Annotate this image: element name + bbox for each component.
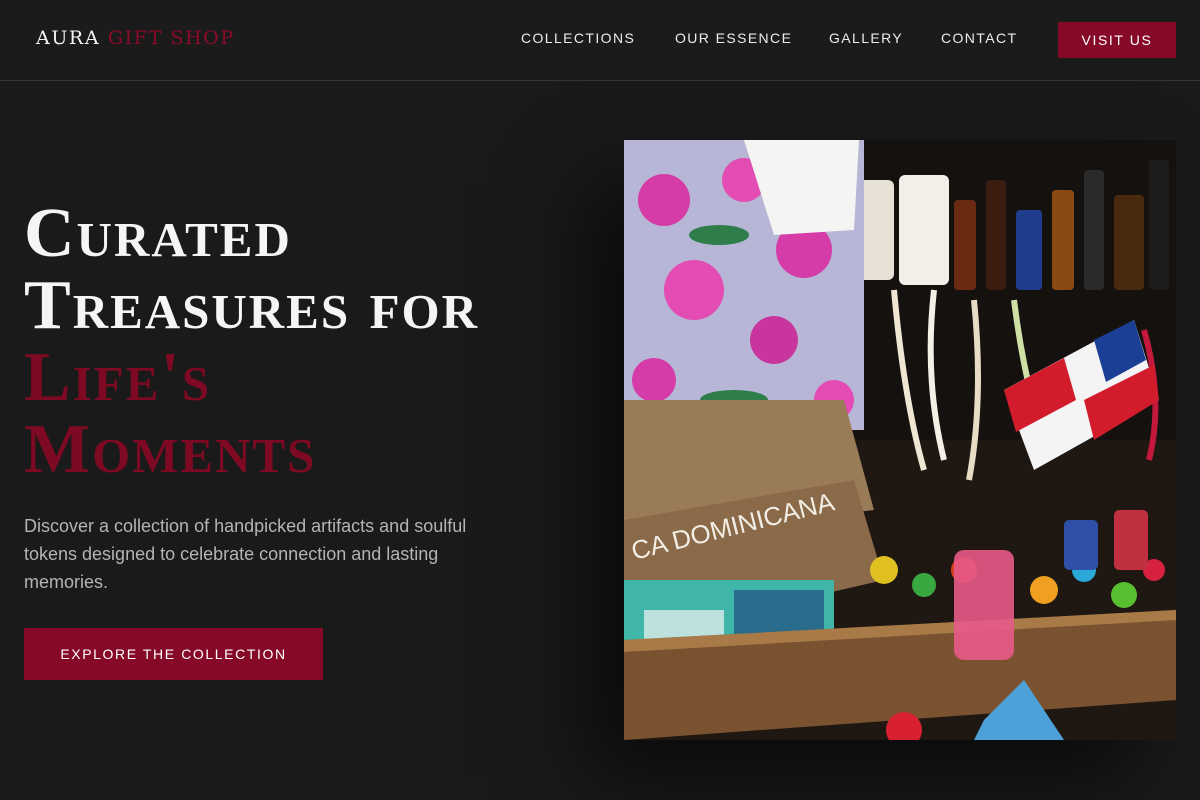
nav-link-gallery[interactable]: GALLERY xyxy=(829,30,903,46)
logo[interactable]: AURA GIFT SHOP xyxy=(36,27,235,49)
logo-accent: GIFT SHOP xyxy=(107,27,235,49)
hero-title: Curated Treasures for Life's Moments xyxy=(24,198,479,486)
top-navbar: AURA GIFT SHOP COLLECTIONS OUR ESSENCE G… xyxy=(0,0,1200,81)
hero-title-line: Curated xyxy=(24,195,292,272)
coffee-bag xyxy=(899,175,949,285)
hero-title-accent-line: Life's xyxy=(24,339,212,416)
nav-link-collections[interactable]: COLLECTIONS xyxy=(521,30,635,46)
explore-collection-button[interactable]: EXPLORE THE COLLECTION xyxy=(24,628,323,680)
hero-image: CA DOMINICANA xyxy=(624,140,1176,740)
logo-brand: AURA xyxy=(36,27,101,49)
market-stall-illustration: CA DOMINICANA xyxy=(624,140,1176,740)
visit-us-button[interactable]: VISIT US xyxy=(1058,22,1176,58)
nav-link-our-essence[interactable]: OUR ESSENCE xyxy=(675,30,792,46)
nav-link-contact[interactable]: CONTACT xyxy=(941,30,1017,46)
hero-description: Discover a collection of handpicked arti… xyxy=(24,516,467,592)
hero-title-accent-line: Moments xyxy=(24,411,317,488)
hero-title-line: Treasures for xyxy=(24,267,480,344)
